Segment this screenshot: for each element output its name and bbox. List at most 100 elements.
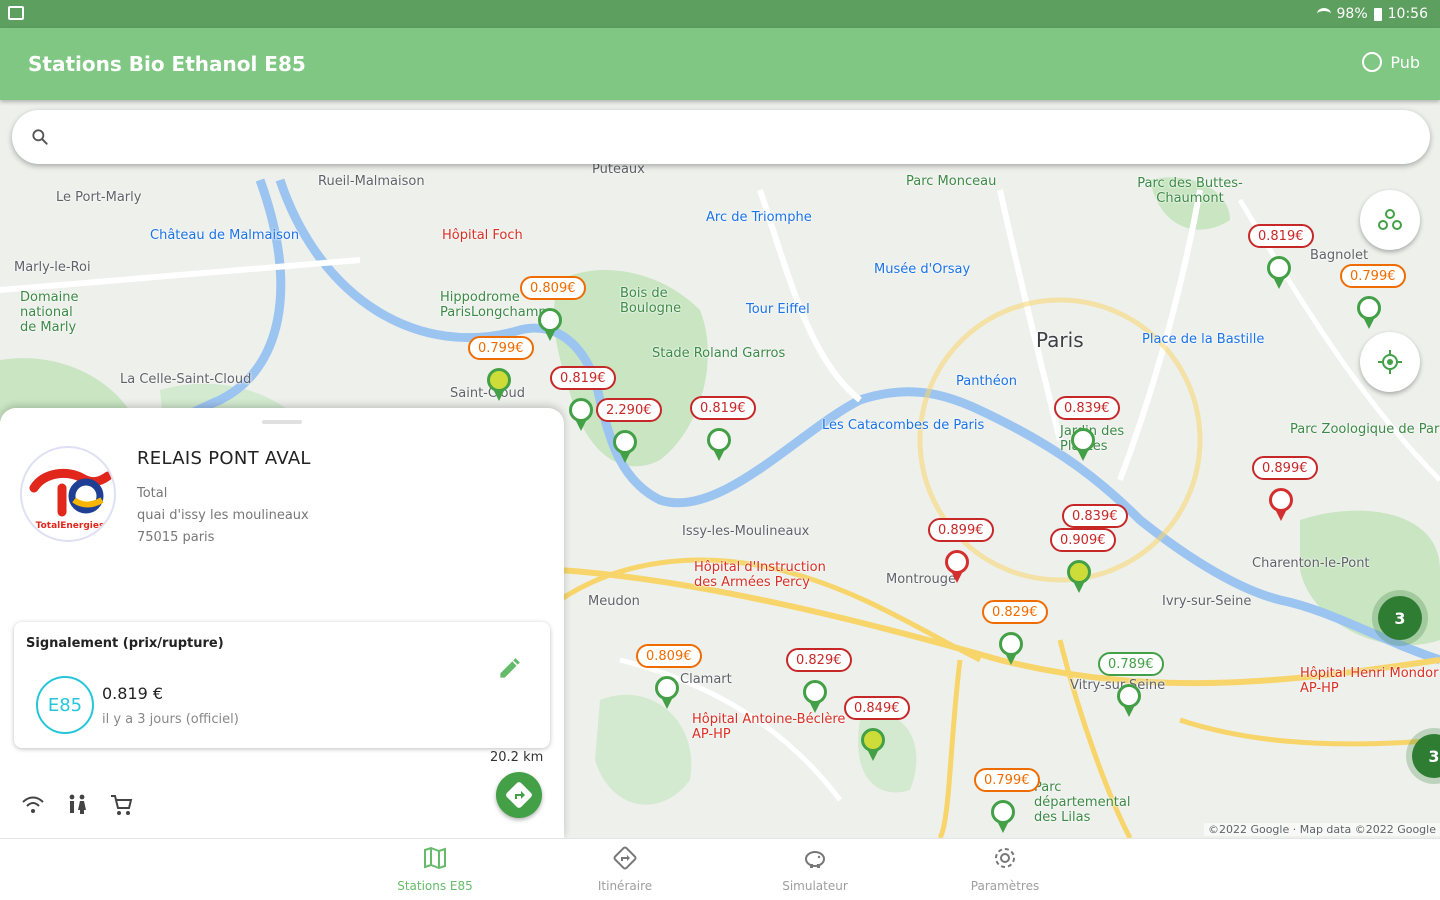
clock: 10:56 [1387,6,1428,22]
map-label-charenton: Charenton-le-Pont [1252,556,1370,571]
battery-level: 98% [1336,6,1368,22]
station-marker[interactable] [1356,296,1382,330]
price-badge[interactable]: 0.899€ [1252,456,1318,480]
nav-itinerary-label: Itinéraire [597,879,653,893]
map-label-celle: La Celle-Saint-Cloud [120,372,252,387]
map-copyright: ©2022 Google · Map data ©2022 Google [1203,823,1440,836]
station-brand: Total [137,486,168,501]
park-area [595,694,692,805]
station-detail-sheet[interactable]: TotalEnergies RELAIS PONT AVAL Total qua… [0,408,564,838]
status-bar-right: 98% 10:56 [1316,6,1428,22]
layers-button[interactable] [1360,190,1420,250]
price-badge[interactable]: 0.849€ [844,696,910,720]
app-title: Stations Bio Ethanol E85 [28,52,306,76]
station-marker[interactable] [1066,560,1092,594]
nav-settings[interactable]: Paramètres [940,845,1070,897]
map-label-hia-percy: Hôpital d'Instruction des Armées Percy [694,560,826,590]
nav-simulator-label: Simulateur [782,879,848,893]
price-badge[interactable]: 2.290€ [596,398,662,422]
map-label-rueil: Rueil-Malmaison [318,174,425,189]
price-updated: il y a 3 jours (officiel) [102,712,239,727]
map-label-paris: Paris [1036,328,1084,352]
route-icon [613,846,637,870]
map-icon [424,846,446,870]
search-icon [32,129,48,145]
search-bar[interactable] [12,110,1430,164]
price-badge[interactable]: 0.799€ [1340,264,1406,288]
price-badge[interactable]: 0.899€ [928,518,994,542]
station-marker[interactable] [612,430,638,464]
directions-button[interactable] [496,772,542,818]
price-badge[interactable]: 0.789€ [1098,652,1164,676]
price-badge[interactable]: 0.909€ [1050,528,1116,552]
map-label-hopital-foch: Hôpital Foch [442,228,523,243]
price-badge[interactable]: 0.839€ [1062,504,1128,528]
price-badge[interactable]: 0.819€ [690,396,756,420]
map-label-catacombes: Les Catacombes de Paris [822,418,985,433]
station-marker[interactable] [706,428,732,462]
station-marker[interactable] [1268,488,1294,522]
price-badge[interactable]: 0.799€ [468,336,534,360]
map-label-puteaux: Puteaux [592,162,645,177]
my-location-icon [1378,350,1402,374]
price-badge[interactable]: 0.839€ [1054,396,1120,420]
ad-icon [1362,52,1383,72]
status-bar: 98% 10:56 [0,0,1440,28]
app-bar: Stations Bio Ethanol E85 Pub [0,28,1440,100]
map-label-clamart: Clamart [680,672,732,687]
station-marker[interactable] [944,550,970,584]
station-address-line1: quai d'issy les moulineaux [137,508,309,523]
road [997,189,1063,441]
map-label-zoo: Parc Zoologique de Paris [1290,422,1440,437]
map-label-stade: Stade Roland Garros [652,346,786,361]
station-name: RELAIS PONT AVAL [137,448,311,469]
map-label-chateau: Château de Malmaison [150,228,300,243]
station-marker[interactable] [1266,256,1292,290]
station-marker[interactable] [568,398,594,432]
my-location-button[interactable] [1360,332,1420,392]
search-input[interactable] [64,122,1404,152]
wifi-icon [22,796,44,813]
nav-stations[interactable]: Stations E85 [370,845,500,897]
price-badge[interactable]: 0.819€ [1248,224,1314,248]
station-marker[interactable] [654,676,680,710]
nav-simulator[interactable]: Simulateur [750,845,880,897]
major-road [937,659,963,838]
station-cluster[interactable]: 3 [1378,596,1422,640]
map-label-musee: Musée d'Orsay [874,262,971,277]
gear-icon [995,848,1015,868]
price-badge[interactable]: 0.799€ [974,768,1040,792]
major-road [1179,717,1440,747]
station-marker[interactable] [537,308,563,342]
price-report-card: Signalement (prix/rupture) E85 0.819 € i… [14,622,550,748]
map-label-bagnolet: Bagnolet [1310,248,1369,263]
station-distance: 20.2 km [490,750,544,765]
pub-button[interactable]: Pub [1362,52,1420,72]
station-network-icon [1378,209,1402,230]
map-label-bastille: Place de la Bastille [1142,332,1265,347]
price-badge[interactable]: 0.809€ [520,276,586,300]
station-marker[interactable] [1070,428,1096,462]
station-marker[interactable] [1116,684,1142,718]
nav-settings-label: Paramètres [970,879,1040,893]
station-marker[interactable] [990,800,1016,834]
map-label-marly: Marly-le-Roi [14,260,91,275]
station-marker[interactable] [802,680,828,714]
totalenergies-logo-icon: TotalEnergies [29,468,113,531]
edit-price-button[interactable] [496,656,522,682]
price-badge[interactable]: 0.829€ [786,648,852,672]
station-marker[interactable] [860,728,886,762]
restroom-icon [69,794,86,814]
station-marker[interactable] [998,632,1024,666]
drag-handle[interactable] [262,420,302,424]
fuel-type-badge: E85 [36,676,94,734]
map-label-issy: Issy-les-Moulineaux [682,524,810,539]
nav-itinerary[interactable]: Itinéraire [560,845,690,897]
price-badge[interactable]: 0.809€ [636,644,702,668]
map-label-tour-eiffel: Tour Eiffel [746,302,810,317]
map-label-meudon: Meudon [588,594,640,609]
price-badge[interactable]: 0.819€ [550,366,616,390]
station-marker[interactable] [486,368,512,402]
battery-icon [1373,7,1382,21]
price-badge[interactable]: 0.829€ [982,600,1048,624]
